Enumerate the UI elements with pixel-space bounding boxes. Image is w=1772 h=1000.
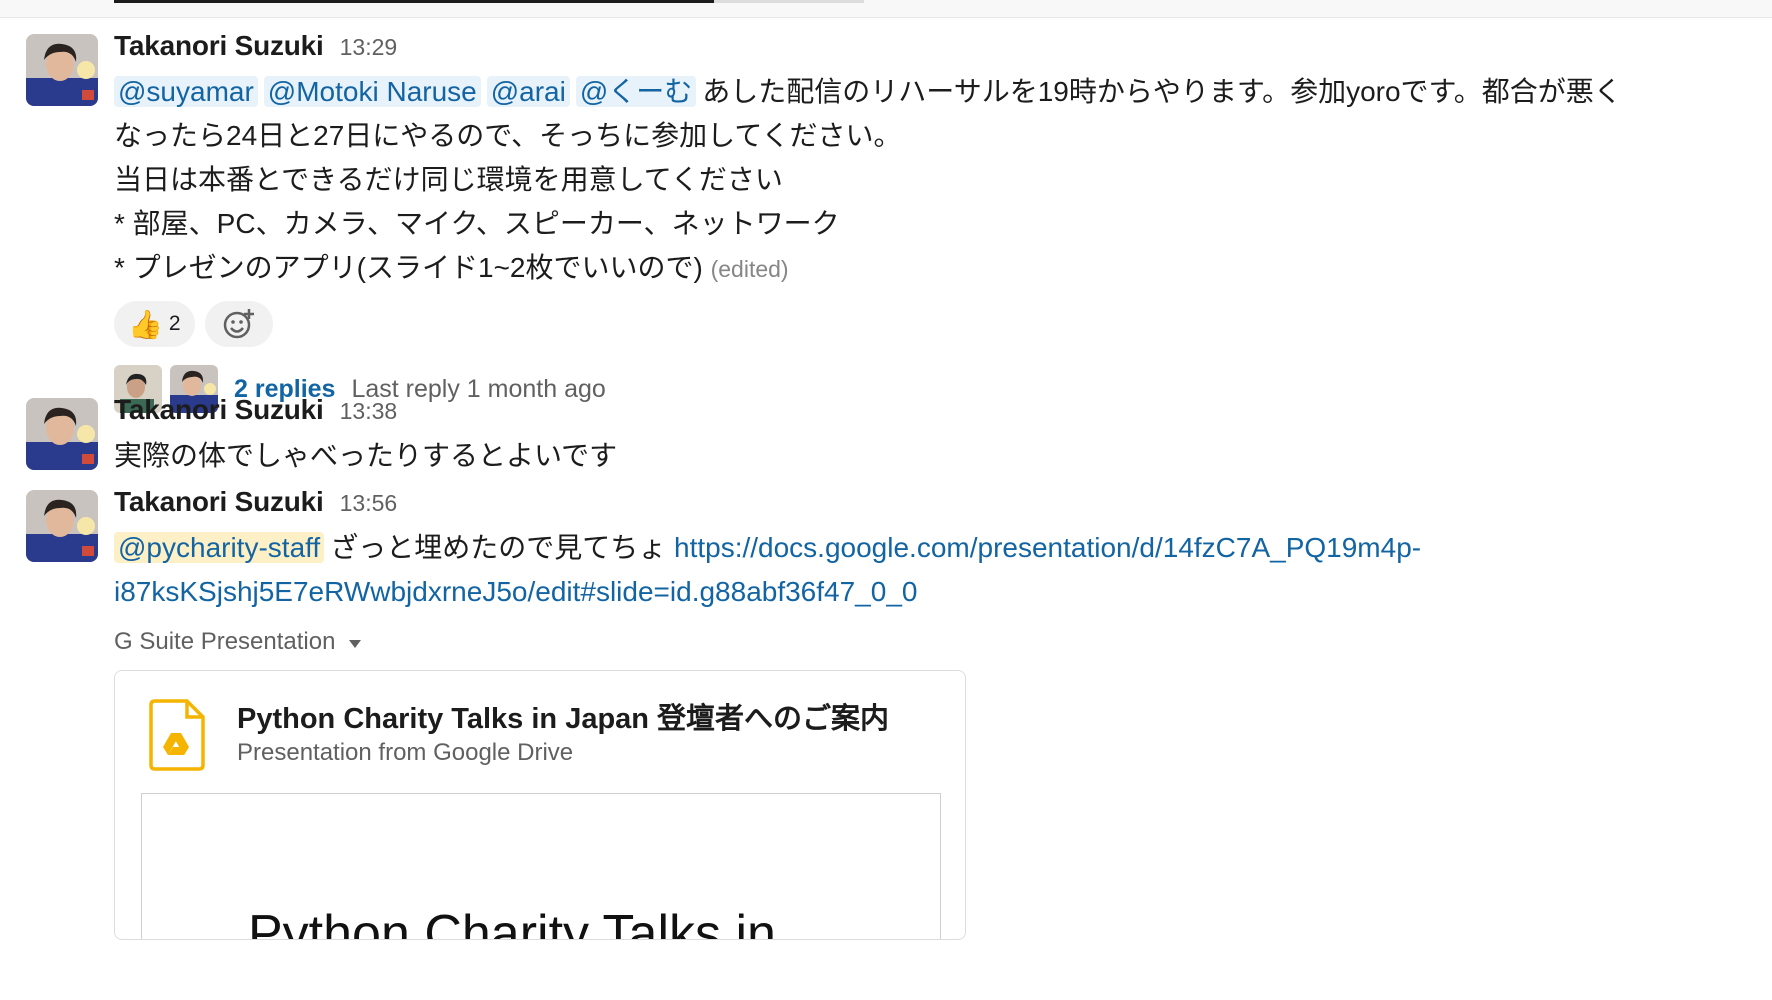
reactions-bar: 👍 2	[114, 301, 1732, 347]
presentation-link[interactable]: https://docs.google.com/presentation/d/1…	[674, 532, 1421, 563]
timestamp[interactable]: 13:29	[340, 34, 398, 61]
message-line: * 部屋、PC、カメラ、マイク、スピーカー、ネットワーク	[114, 208, 840, 239]
slide-preview-title: Python Charity Talks in	[248, 905, 776, 940]
slide-preview[interactable]: Python Charity Talks in	[141, 793, 941, 940]
timestamp[interactable]: 13:56	[340, 490, 398, 517]
user-avatar-icon	[26, 490, 98, 562]
author-name[interactable]: Takanori Suzuki	[114, 486, 324, 518]
mention-suyamar[interactable]: @suyamar	[114, 76, 258, 107]
message-line: i87ksKSjshj5E7eRWwbjdxrneJ5o/edit#slide=…	[114, 570, 1732, 614]
attachment-card[interactable]: Python Charity Talks in Japan 登壇者へのご案内 P…	[114, 670, 966, 940]
reaction-count: 2	[168, 312, 181, 335]
presentation-link-cont[interactable]: i87ksKSjshj5E7eRWwbjdxrneJ5o/edit#slide=…	[114, 576, 917, 607]
thumbs-up-icon: 👍	[128, 308, 163, 340]
chevron-down-icon[interactable]	[349, 640, 362, 648]
scrollbar-thumb[interactable]	[114, 0, 714, 3]
attachment-title[interactable]: Python Charity Talks in Japan 登壇者へのご案内	[237, 695, 889, 737]
google-drive-icon	[149, 699, 205, 771]
user-avatar-icon	[26, 398, 98, 470]
attachment-subtitle: Presentation from Google Drive	[237, 739, 574, 766]
attachment-source: G Suite Presentation	[114, 628, 336, 655]
avatar[interactable]	[26, 34, 98, 106]
message-text: * プレゼンのアプリ(スライド1~2枚でいいので)	[114, 252, 703, 283]
scrollbar-track	[714, 0, 864, 3]
timestamp[interactable]: 13:38	[340, 398, 398, 425]
message-content: Takanori Suzuki 13:29 @suyamar @Motoki Na…	[114, 30, 1732, 413]
message-line: 当日は本番とできるだけ同じ環境を用意してください	[114, 164, 783, 195]
avatar[interactable]	[26, 398, 98, 470]
message-content: Takanori Suzuki 13:38 実際の体でしゃべったりするとよいです	[114, 394, 1732, 478]
message-line: @pycharity-staff ざっと埋めたので見てちょ https://doc…	[114, 526, 1732, 570]
add-reaction-icon	[223, 309, 254, 339]
message-text: ざっと埋めたので見てちょ	[330, 532, 667, 563]
edited-label: (edited)	[710, 256, 789, 282]
reaction-thumbs-up[interactable]: 👍 2	[114, 301, 195, 347]
author-name[interactable]: Takanori Suzuki	[114, 394, 324, 426]
message-text: 実際の体でしゃべったりするとよいです	[114, 440, 618, 471]
message-line: @suyamar @Motoki Naruse @arai @くーむ あした配信のリハー…	[114, 70, 1732, 114]
message-text: あした配信のリハーサルを19時からやります。参加yoroです。都合が悪く	[702, 76, 1622, 107]
top-scrollbar[interactable]	[0, 0, 1772, 18]
message-content: Takanori Suzuki 13:56 @pycharity-staff ざっ…	[114, 486, 1732, 940]
avatar[interactable]	[26, 490, 98, 562]
mention-motoki-naruse[interactable]: @Motoki Naruse	[263, 76, 481, 107]
message-line: なったら24日と27日にやるので、そっちに参加してください。	[114, 120, 902, 151]
message-line: * プレゼンのアプリ(スライド1~2枚でいいので) (edited)	[114, 246, 1732, 291]
mention-arai[interactable]: @arai	[486, 76, 570, 107]
mention-kumu[interactable]: @くーむ	[575, 76, 697, 107]
author-name[interactable]: Takanori Suzuki	[114, 30, 324, 62]
user-avatar-icon	[26, 34, 98, 106]
attachment-label[interactable]: G Suite Presentation	[114, 622, 1732, 662]
add-reaction-button[interactable]	[204, 301, 273, 347]
mention-pycharity-staff[interactable]: @pycharity-staff	[114, 532, 325, 563]
